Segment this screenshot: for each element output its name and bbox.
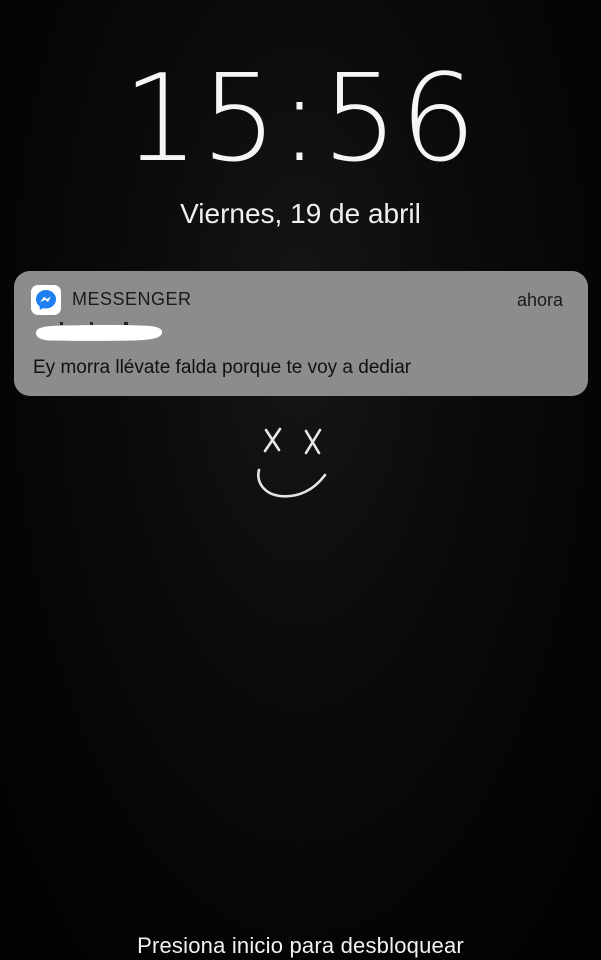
- unlock-hint[interactable]: Presiona inicio para desbloquear: [0, 933, 601, 959]
- lock-screen: 15:56 Viernes, 19 de abril MESSENGER aho…: [0, 0, 601, 960]
- lock-date: Viernes, 19 de abril: [180, 198, 421, 229]
- notification-app-name: MESSENGER: [72, 289, 192, 309]
- messenger-icon: [31, 285, 61, 315]
- lock-clock: 15:56: [122, 50, 479, 189]
- notification-message: Ey morra llévate falda porque te voy a d…: [33, 357, 412, 378]
- xx-smiley-icon: [257, 427, 327, 498]
- notification-time: ahora: [516, 290, 563, 310]
- notification-card[interactable]: MESSENGER ahora Ey morra llévate falda p…: [14, 271, 588, 396]
- redacted-sender-name: [36, 322, 163, 341]
